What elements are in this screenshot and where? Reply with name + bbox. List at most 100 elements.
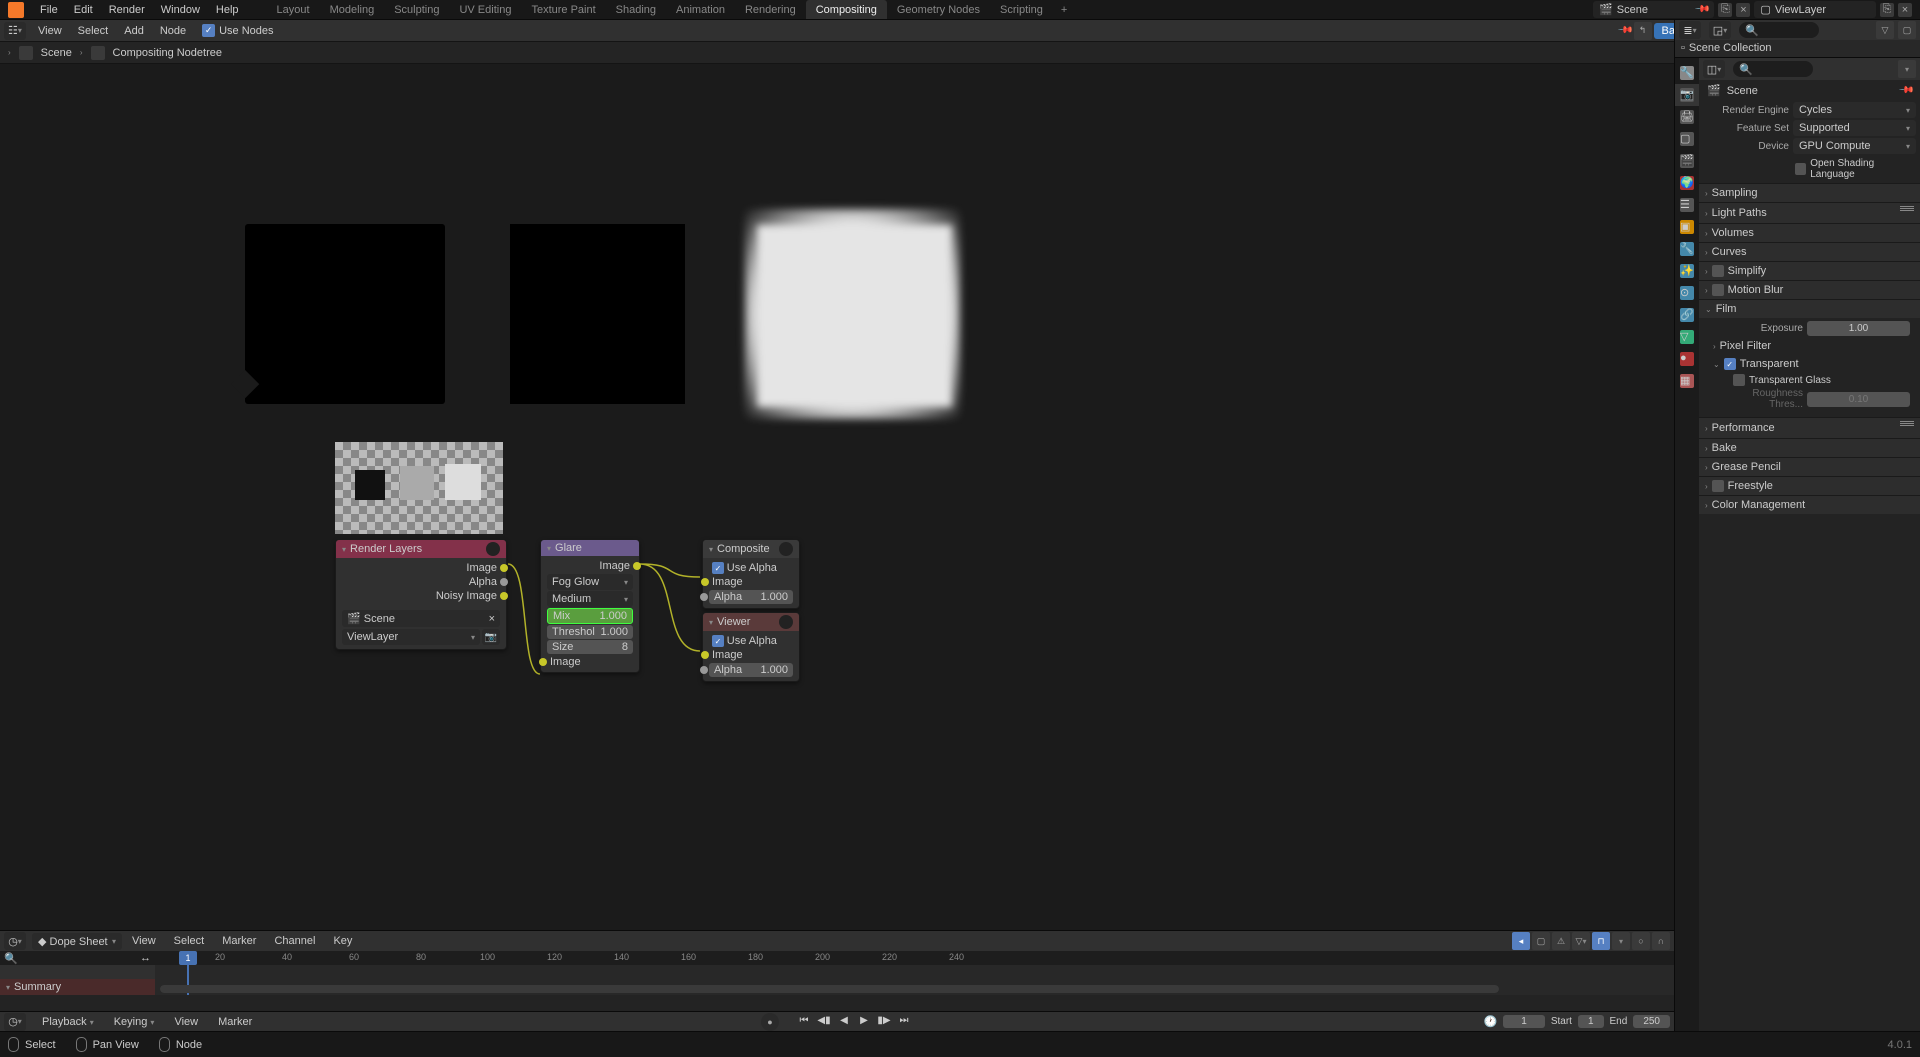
summary-row[interactable]: ▾Summary — [0, 979, 155, 995]
use-nodes-checkbox[interactable]: ✓ — [202, 24, 215, 37]
scene-field[interactable]: 🎬 Scene× — [342, 610, 500, 627]
dope-view[interactable]: View — [124, 935, 164, 947]
panel-light-paths[interactable]: ›Light Paths — [1699, 202, 1920, 223]
device-select[interactable]: GPU Compute▾ — [1793, 138, 1916, 154]
tab-data[interactable]: ▽ — [1675, 326, 1699, 348]
current-frame-field[interactable]: 1 — [1503, 1015, 1545, 1028]
list-icon[interactable] — [1900, 421, 1914, 435]
timeline-ruler[interactable]: 20 40 60 80 100 120 140 160 180 200 220 … — [155, 951, 1674, 965]
tab-render[interactable]: 📷 — [1675, 84, 1699, 106]
outliner-editor-selector[interactable]: ≣▾ — [1679, 21, 1701, 39]
scene-delete-button[interactable]: × — [1736, 3, 1750, 17]
list-icon[interactable] — [1900, 206, 1914, 220]
tab-compositing[interactable]: Compositing — [806, 0, 887, 19]
socket-image-in[interactable]: Image — [544, 655, 636, 669]
tab-sculpting[interactable]: Sculpting — [384, 0, 449, 19]
new-collection-button[interactable]: ▢ — [1898, 21, 1916, 39]
dope-sheet-body[interactable]: 🔍 ↔ ▾Summary 20 40 60 80 100 120 140 160… — [0, 951, 1674, 995]
socket-image-in[interactable]: Image — [706, 575, 796, 589]
tab-texture[interactable]: Texture Paint — [521, 0, 605, 19]
simplify-checkbox[interactable] — [1712, 265, 1724, 277]
show-hidden-button[interactable]: ▢ — [1532, 932, 1550, 950]
show-errors-button[interactable]: ⚠ — [1552, 932, 1570, 950]
menu-render[interactable]: Render — [101, 4, 153, 16]
panel-grease-pencil[interactable]: ›Grease Pencil — [1699, 457, 1920, 476]
panel-pixel-filter[interactable]: ›Pixel Filter — [1713, 337, 1914, 355]
tab-modifier[interactable]: 🔧 — [1675, 238, 1699, 260]
tab-physics[interactable]: ⊙ — [1675, 282, 1699, 304]
jump-start-button[interactable]: ⏮ — [795, 1013, 813, 1029]
proportional-type[interactable]: ∩ — [1652, 932, 1670, 950]
node-glare[interactable]: ▾Glare Image Fog Glow▾ Medium▾ Mix1.000 … — [540, 539, 640, 673]
viewlayer-selector[interactable]: ▢ ViewLayer — [1754, 1, 1876, 18]
panel-film[interactable]: ⌄Film — [1699, 299, 1920, 318]
node-header[interactable]: ▾Glare — [541, 540, 639, 556]
sphere-preview-icon[interactable] — [779, 615, 793, 629]
tab-particle[interactable]: ✨ — [1675, 260, 1699, 282]
outliner-display-mode[interactable]: ◲▾ — [1709, 21, 1731, 39]
viewlayer-field[interactable]: ViewLayer▾ — [342, 629, 480, 645]
add-workspace-button[interactable]: + — [1053, 4, 1075, 16]
dope-scrollbar[interactable] — [160, 985, 1499, 993]
nodebar-node[interactable]: Node — [152, 25, 194, 37]
glare-quality-select[interactable]: Medium▾ — [547, 591, 633, 607]
panel-sampling[interactable]: ›Sampling — [1699, 183, 1920, 202]
threshold-field[interactable]: Threshol1.000 — [547, 625, 633, 639]
breadcrumb-tree[interactable]: Compositing Nodetree — [113, 47, 222, 59]
menu-edit[interactable]: Edit — [66, 4, 101, 16]
transparent-glass-checkbox[interactable] — [1733, 374, 1745, 386]
dope-editor-selector[interactable]: ◷▾ — [4, 932, 26, 950]
next-keyframe-button[interactable]: ▮▶ — [875, 1013, 893, 1029]
sphere-preview-icon[interactable] — [486, 542, 500, 556]
node-composite[interactable]: ▾Composite ✓ Use Alpha Image Alpha1.000 — [702, 539, 800, 609]
nodebar-view[interactable]: View — [30, 25, 70, 37]
freestyle-checkbox[interactable] — [1712, 480, 1724, 492]
node-header[interactable]: ▾Render Layers — [336, 540, 506, 558]
autokey-button[interactable]: ● — [761, 1013, 779, 1031]
feature-set-select[interactable]: Supported▾ — [1793, 120, 1916, 136]
panel-curves[interactable]: ›Curves — [1699, 242, 1920, 261]
panel-transparent[interactable]: ⌄✓Transparent — [1713, 355, 1914, 373]
dope-channel[interactable]: Channel — [266, 935, 323, 947]
panel-freestyle[interactable]: ›Freestyle — [1699, 476, 1920, 495]
panel-simplify[interactable]: ›Simplify — [1699, 261, 1920, 280]
jump-end-button[interactable]: ⏭ — [895, 1013, 913, 1029]
panel-color-management[interactable]: ›Color Management — [1699, 495, 1920, 514]
node-header[interactable]: ▾Viewer — [703, 613, 799, 631]
socket-image-in[interactable]: Image — [706, 648, 796, 662]
tab-object[interactable]: ▣ — [1675, 216, 1699, 238]
scene-new-button[interactable]: ⎘ — [1718, 3, 1732, 17]
osl-checkbox[interactable] — [1795, 163, 1806, 175]
node-header[interactable]: ▾Composite — [703, 540, 799, 558]
editor-type-selector[interactable]: ☷▾ — [4, 22, 26, 40]
menu-file[interactable]: File — [32, 4, 66, 16]
menu-help[interactable]: Help — [208, 4, 247, 16]
outliner-row-scene-collection[interactable]: ▫ Scene Collection — [1675, 40, 1920, 56]
socket-noisy-out[interactable]: Noisy Image — [339, 589, 503, 603]
show-selected-button[interactable]: ◂ — [1512, 932, 1530, 950]
filter-button[interactable]: ▽▾ — [1572, 932, 1590, 950]
filter-button[interactable]: ▽ — [1876, 21, 1894, 39]
dope-marker[interactable]: Marker — [214, 935, 264, 947]
node-viewer[interactable]: ▾Viewer ✓ Use Alpha Image Alpha1.000 — [702, 612, 800, 682]
socket-image-out[interactable]: Image — [544, 559, 636, 573]
tab-output[interactable]: 🖨 — [1675, 106, 1699, 128]
tab-scene[interactable]: 🎬 — [1675, 150, 1699, 172]
options-button[interactable]: ▾ — [1898, 60, 1916, 78]
sphere-preview-icon[interactable] — [779, 542, 793, 556]
dope-select[interactable]: Select — [166, 935, 213, 947]
end-frame-field[interactable]: 250 — [1633, 1015, 1670, 1028]
prev-keyframe-button[interactable]: ◀▮ — [815, 1013, 833, 1029]
tab-world[interactable]: 🌍 — [1675, 172, 1699, 194]
timeline-marker[interactable]: Marker — [210, 1016, 260, 1028]
node-editor-viewport[interactable]: ▾Render Layers Image Alpha Noisy Image 🎬… — [0, 64, 1674, 930]
mix-field[interactable]: Mix1.000 — [547, 608, 633, 624]
alpha-field[interactable]: Alpha1.000 — [709, 590, 793, 604]
tab-constraint[interactable]: 🔗 — [1675, 304, 1699, 326]
tab-animation[interactable]: Animation — [666, 0, 735, 19]
socket-image-out[interactable]: Image — [339, 561, 503, 575]
search-icon[interactable]: 🔍 — [4, 952, 18, 965]
pin-icon[interactable]: 📌 — [1897, 82, 1914, 99]
scene-selector[interactable]: 🎬 Scene 📌 — [1593, 1, 1714, 18]
parent-nodetree-button[interactable]: ↰ — [1634, 22, 1652, 40]
